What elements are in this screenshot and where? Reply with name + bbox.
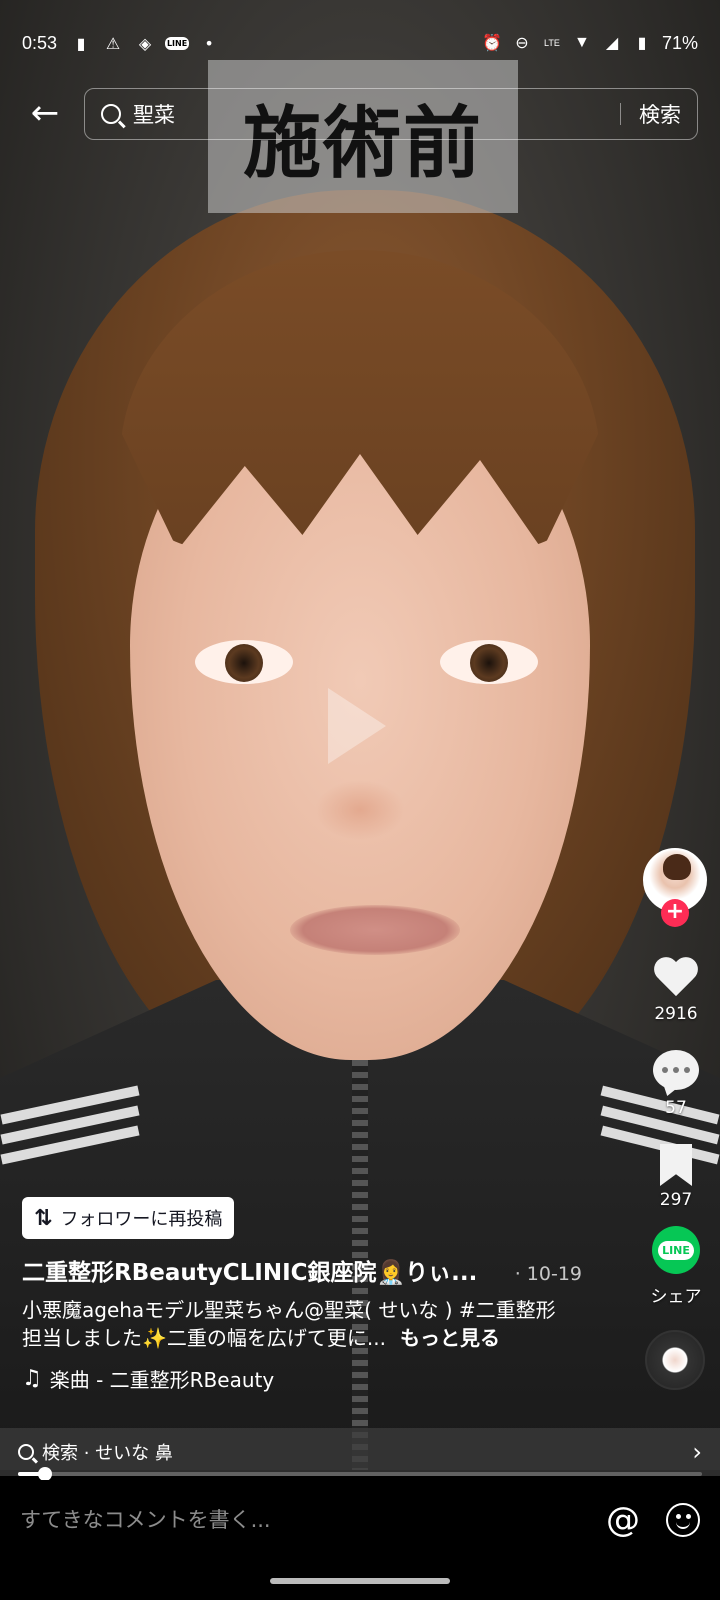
comment-count: 57	[665, 1098, 687, 1118]
dot-icon: •	[204, 33, 214, 53]
music-note-icon: ♫	[22, 1366, 42, 1391]
line-icon: LINE	[164, 36, 190, 50]
battery-percent: 71%	[661, 32, 698, 53]
mention-at-icon[interactable]: @	[606, 1500, 640, 1540]
video-lips	[290, 905, 460, 955]
jacket-zipper	[352, 1000, 368, 1470]
video-left-eye	[195, 640, 293, 684]
app-notification-icon: ◈	[138, 33, 152, 53]
line-share-icon: LINE	[652, 1226, 700, 1274]
volte-icon: LTE	[544, 38, 560, 48]
status-left-icons: ▮ ⚠ ◈ LINE •	[71, 33, 219, 53]
related-search-bar[interactable]: 検索 · せいな 鼻 ›	[0, 1428, 720, 1476]
related-search-text: 検索 · せいな 鼻	[42, 1443, 173, 1464]
heart-icon	[653, 958, 699, 1000]
author-line: 二重整形RBeautyCLINIC銀座院👩‍⚕️りぃ... · 10-19	[22, 1253, 582, 1287]
status-bar: 0:53 ▮ ⚠ ◈ LINE • ⏰ ⊖ LTE ▼ ◢ ▮ 71%	[0, 0, 720, 86]
alarm-icon: ⏰	[482, 35, 502, 52]
wifi-icon: ▼	[574, 34, 590, 51]
repost-button[interactable]: ⇅ フォロワーに再投稿	[22, 1197, 235, 1239]
comment-input[interactable]	[20, 1508, 606, 1532]
status-right-icons: ⏰ ⊖ LTE ▼ ◢ ▮ 71%	[482, 33, 698, 54]
video-right-eye	[440, 640, 538, 684]
status-time: 0:53	[22, 32, 58, 53]
video-player[interactable]	[0, 0, 720, 1470]
comment-bar: @	[0, 1480, 720, 1560]
warning-icon: ⚠	[105, 33, 121, 53]
video-progress[interactable]	[18, 1467, 702, 1481]
battery-icon: ▮	[637, 35, 647, 52]
music-disc-icon[interactable]	[645, 1330, 705, 1390]
repost-label: フォロワーに再投稿	[60, 1209, 223, 1230]
share-label: シェア	[650, 1287, 702, 1307]
search-divider	[620, 103, 621, 125]
back-arrow-icon[interactable]: ←	[24, 92, 66, 134]
author-name[interactable]: 二重整形RBeautyCLINIC銀座院👩‍⚕️りぃ...	[22, 1253, 477, 1287]
emoji-icon[interactable]	[666, 1503, 700, 1537]
post-date: · 10-19	[514, 1263, 582, 1285]
music-info[interactable]: ♫ 楽曲 - 二重整形RBeauty	[22, 1364, 274, 1393]
search-icon	[18, 1444, 34, 1460]
play-icon[interactable]	[328, 688, 386, 764]
chevron-right-icon: ›	[692, 1438, 702, 1466]
video-nose	[315, 780, 405, 840]
see-more-link[interactable]: もっと見る	[400, 1326, 500, 1350]
follow-plus-icon[interactable]: +	[661, 899, 689, 927]
comment-button[interactable]: 57	[642, 1050, 710, 1118]
signal-icon: ◢	[605, 35, 619, 52]
do-not-disturb-icon: ⊖	[515, 35, 529, 52]
bookmark-icon	[660, 1144, 692, 1186]
like-count: 2916	[654, 1004, 698, 1024]
home-indicator[interactable]	[270, 1578, 450, 1584]
like-button[interactable]: 2916	[642, 958, 710, 1024]
share-button[interactable]: LINE シェア	[642, 1226, 710, 1307]
post-caption[interactable]: 小悪魔agehaモデル聖菜ちゃん@聖菜( せいな ) #二重整形 担当しました✨…	[22, 1296, 577, 1352]
search-field[interactable]: 聖菜 検索	[84, 88, 698, 140]
bookmark-count: 297	[659, 1190, 693, 1210]
search-query[interactable]: 聖菜	[133, 99, 175, 129]
bookmark-button[interactable]: 297	[642, 1144, 710, 1210]
search-button[interactable]: 検索	[639, 99, 681, 129]
search-icon	[101, 104, 121, 124]
comment-icon	[653, 1050, 699, 1090]
repost-icon: ⇅	[34, 1205, 53, 1231]
battery-saver-icon: ▮	[76, 33, 86, 53]
music-title: 楽曲 - 二重整形RBeauty	[49, 1368, 275, 1392]
progress-thumb[interactable]	[38, 1467, 53, 1481]
